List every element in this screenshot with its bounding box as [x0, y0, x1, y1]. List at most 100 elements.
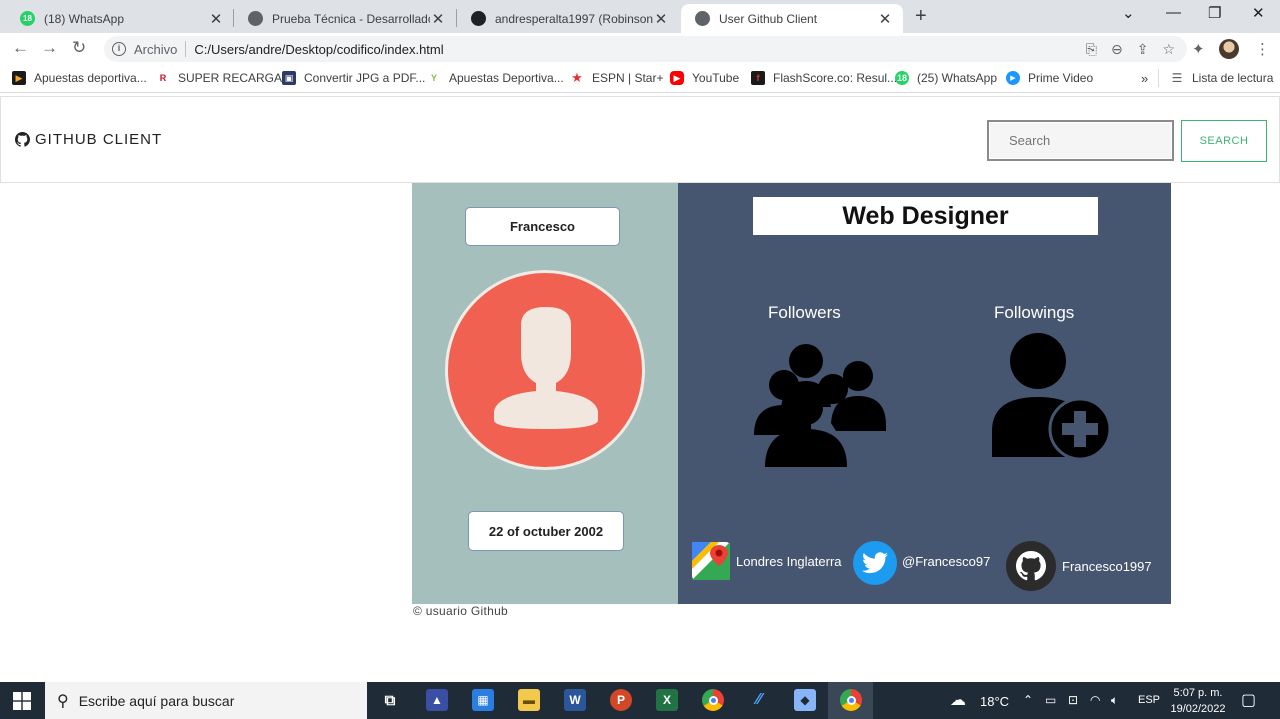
battery-icon[interactable]: ▭	[1045, 693, 1056, 707]
tab-strip: 18 (18) WhatsApp ✕ Prueba Técnica - Desa…	[0, 0, 1280, 33]
clock[interactable]: 5:07 p. m. 19/02/2022	[1164, 685, 1232, 717]
minimize-button[interactable]: —	[1166, 4, 1181, 21]
window-close-button[interactable]: ✕	[1252, 4, 1265, 22]
followers-label: Followers	[768, 303, 841, 322]
twitter-item[interactable]: @Francesco97	[853, 541, 990, 585]
weather-cloud-icon[interactable]: ☁	[950, 690, 966, 710]
info-icon[interactable]: i	[112, 42, 126, 56]
bookmark-item[interactable]: ▣ Convertir JPG a PDF...	[282, 71, 425, 85]
forward-button[interactable]: →	[41, 38, 58, 58]
translate-icon[interactable]: ⎘	[1086, 41, 1097, 58]
tab-prueba-tecnica[interactable]: Prueba Técnica - Desarrollador Ju ✕	[234, 4, 456, 33]
profile-card-right-panel: Web Designer Followers Followings Londre…	[678, 183, 1171, 604]
share-icon[interactable]: ⇪	[1137, 41, 1149, 58]
vscode-icon[interactable]: ∕∕	[748, 689, 770, 711]
globe-icon	[695, 11, 710, 26]
back-button[interactable]: ←	[12, 38, 29, 58]
bookmark-label: Convertir JPG a PDF...	[304, 71, 426, 85]
close-icon[interactable]: ✕	[877, 10, 893, 28]
bookmark-item[interactable]: ★ ESPN | Star+	[570, 70, 664, 85]
birth-date: 22 of octuber 2002	[468, 511, 624, 551]
bookmark-item[interactable]: ▶ YouTube	[670, 71, 739, 85]
bookmark-item[interactable]: 18 (25) WhatsApp	[895, 71, 997, 85]
windows-start-icon[interactable]	[13, 692, 31, 710]
prime-video-icon: ▶	[1006, 71, 1020, 85]
user-silhouette-icon	[494, 307, 598, 429]
search-button[interactable]: SEARCH	[1181, 120, 1267, 162]
chrome-profile-icon[interactable]	[840, 689, 862, 711]
location-item[interactable]: Londres Inglaterra	[691, 541, 842, 581]
app-navbar: GITHUB CLIENT SEARCH	[0, 96, 1280, 183]
bookmark-item[interactable]: ▶ Apuestas deportiva...	[12, 71, 147, 85]
clock-date: 19/02/2022	[1170, 703, 1226, 715]
github-icon	[1006, 541, 1056, 591]
reading-list-label: Lista de lectura	[1192, 71, 1274, 85]
user-name: Francesco	[465, 207, 620, 246]
star-icon: ★	[570, 70, 584, 85]
reading-list-button[interactable]: ☰ Lista de lectura	[1170, 71, 1273, 85]
bookmark-label: YouTube	[692, 71, 740, 85]
tab-title: (18) WhatsApp	[44, 11, 125, 26]
tab-title: User Github Client	[719, 11, 818, 26]
chrome-icon[interactable]	[702, 689, 724, 711]
bookmark-item[interactable]: f FlashScore.co: Resul...	[751, 71, 897, 85]
address-bar[interactable]: i Archivo C:/Users/andre/Desktop/codific…	[104, 36, 1187, 62]
tab-whatsapp[interactable]: 18 (18) WhatsApp ✕	[6, 4, 234, 33]
youtube-icon: ▶	[670, 71, 684, 85]
close-icon[interactable]: ✕	[653, 10, 669, 28]
bookmark-label: SUPER RECARGAS	[178, 71, 291, 85]
volume-icon[interactable]: 🔈︎	[1111, 693, 1118, 708]
profile-card-left-panel: Francesco 22 of octuber 2002	[412, 183, 678, 604]
network-icon[interactable]: ⊡	[1068, 693, 1078, 707]
notifications-icon[interactable]: ▢	[1241, 690, 1256, 710]
language-indicator[interactable]: ESP	[1138, 694, 1160, 706]
file-explorer-icon[interactable]: ▬	[518, 689, 540, 711]
reading-list-icon: ☰	[1170, 71, 1184, 85]
bookmark-label: Prime Video	[1028, 71, 1094, 85]
tab-search-chevron-icon[interactable]: ⌄	[1122, 4, 1135, 22]
task-view-icon[interactable]: ⧉	[379, 689, 401, 711]
wifi-icon[interactable]: ◠	[1090, 693, 1100, 707]
tray-chevron-icon[interactable]: ⌃	[1023, 693, 1033, 707]
tab-user-github-client[interactable]: User Github Client ✕	[681, 4, 903, 33]
brand-label: GITHUB CLIENT	[35, 131, 163, 148]
profile-avatar[interactable]	[1219, 39, 1239, 59]
close-icon[interactable]: ✕	[208, 10, 224, 28]
restore-button[interactable]: ❐	[1208, 4, 1221, 22]
tab-title: Prueba Técnica - Desarrollador Ju	[272, 11, 430, 26]
bookmark-label: ESPN | Star+	[592, 71, 664, 85]
search-input[interactable]	[987, 120, 1174, 161]
profile-card: Francesco 22 of octuber 2002 Web Designe…	[412, 183, 1171, 604]
store-icon[interactable]: ▦	[472, 689, 494, 711]
twitter-icon	[853, 541, 897, 585]
tab-github[interactable]: andresperalta1997 (Robinson An ✕	[457, 4, 679, 33]
bookmark-label: (25) WhatsApp	[917, 71, 998, 85]
word-icon[interactable]: W	[564, 689, 586, 711]
taskbar-search[interactable]: ⚲ Escribe aquí para buscar	[45, 682, 367, 719]
bookmark-item[interactable]: ▶ Prime Video	[1006, 71, 1093, 85]
extensions-icon[interactable]: ✦	[1192, 40, 1205, 58]
app-icon[interactable]: ◆	[794, 689, 816, 711]
bookmark-star-icon[interactable]: ☆	[1162, 41, 1175, 58]
new-tab-button[interactable]: +	[915, 5, 927, 28]
bookmarks-overflow-button[interactable]: »	[1141, 71, 1148, 86]
bookmark-label: Apuestas Deportiva...	[449, 71, 564, 85]
temperature[interactable]: 18°C	[980, 694, 1009, 709]
globe-icon	[248, 11, 263, 26]
close-icon[interactable]: ✕	[430, 10, 446, 28]
bookmark-item[interactable]: R SUPER RECARGAS	[156, 71, 290, 85]
browser-toolbar: ← → ↻ i Archivo C:/Users/andre/Desktop/c…	[0, 33, 1280, 65]
github-item[interactable]: Francesco1997	[1006, 541, 1152, 591]
brand[interactable]: GITHUB CLIENT	[15, 131, 162, 148]
excel-icon[interactable]: X	[656, 689, 678, 711]
add-following-icon[interactable]	[990, 333, 1112, 461]
bookmark-item[interactable]: Y Apuestas Deportiva...	[427, 71, 564, 85]
zoom-icon[interactable]: ⊖	[1111, 41, 1123, 58]
followers-group-icon[interactable]	[751, 343, 889, 467]
play-icon: ▶	[12, 71, 26, 85]
reload-button[interactable]: ↻	[72, 38, 86, 58]
location-text: Londres Inglaterra	[736, 553, 842, 569]
menu-icon[interactable]: ⋮	[1255, 40, 1270, 58]
powerpoint-icon[interactable]: P	[610, 689, 632, 711]
app-icon[interactable]: ▲	[426, 689, 448, 711]
